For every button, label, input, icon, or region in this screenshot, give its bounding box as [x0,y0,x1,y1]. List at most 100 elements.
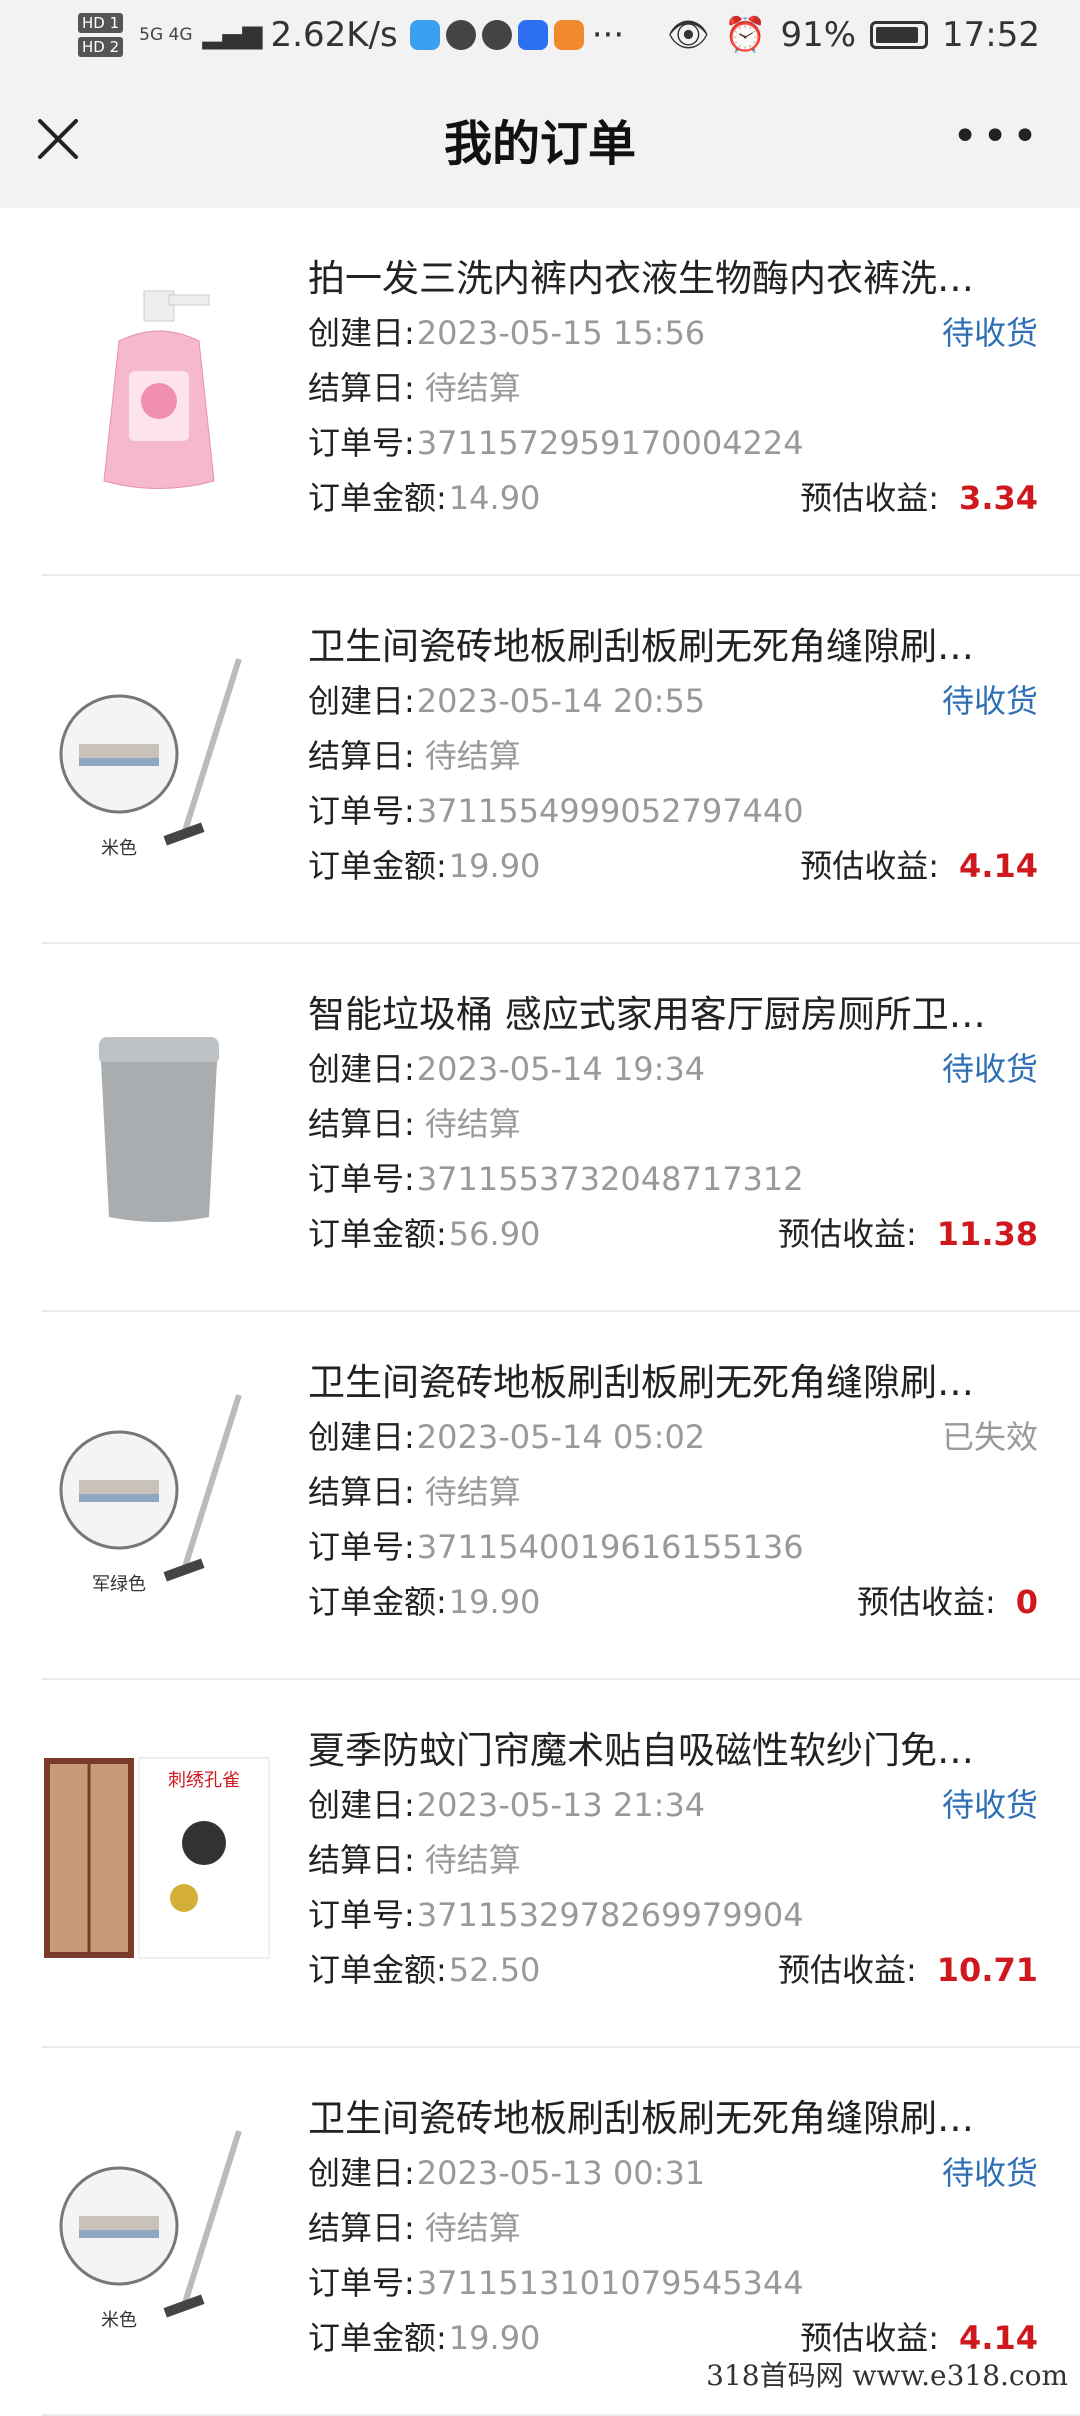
amount-row: 订单金额: 52.50 预估收益: 10.71 [308,1943,1038,1998]
created-date: 2023-05-14 19:34 [417,1042,705,1097]
order-number-label: 订单号: [308,1888,415,1943]
created-date: 2023-05-15 15:56 [417,306,705,361]
settled-label: 结算日: [308,1465,415,1520]
order-number-row: 订单号: 3711553732048717312 [308,1152,1038,1207]
amount-row: 订单金额: 19.90 预估收益: 0 [308,1575,1038,1630]
amount-label: 订单金额: [308,1943,447,1998]
product-name[interactable]: 夏季防蚊门帘魔术贴自吸磁性软纱门免… [308,1724,1038,1778]
amount-row: 订单金额: 14.90 预估收益: 3.34 [308,471,1038,526]
svg-text:米色: 米色 [101,838,137,858]
order-info: 智能垃圾桶 感应式家用客厅厨房厕所卫… 创建日: 2023-05-14 19:3… [308,988,1038,1262]
order-number: 3711554999052797440 [417,784,804,839]
product-thumbnail[interactable]: 军绿色 [44,1380,274,1610]
created-row: 创建日: 2023-05-14 05:02 已失效 [308,1410,1038,1465]
settled-value: 待结算 [425,2201,521,2256]
settled-value: 待结算 [425,361,521,416]
settled-value: 待结算 [425,1833,521,1888]
product-thumbnail[interactable] [44,276,274,506]
product-name[interactable]: 拍一发三洗内裤内衣液生物酶内衣裤洗… [308,252,1038,306]
eye-comfort-icon: 👁 [667,15,710,55]
nav-bar: 我的订单 ••• [0,70,1080,208]
settled-label: 结算日: [308,2201,415,2256]
amount-row: 订单金额: 19.90 预估收益: 4.14 [308,839,1038,894]
order-list: 拍一发三洗内裤内衣液生物酶内衣裤洗… 创建日: 2023-05-15 15:56… [0,208,1080,2416]
order-item[interactable]: 刺绣孔雀 夏季防蚊门帘魔术贴自吸磁性软纱门免… 创建日: 2023-05-13 … [0,1680,1080,2048]
order-number-row: 订单号: 3711532978269979904 [308,1888,1038,1943]
more-icon[interactable]: ••• [952,122,1042,152]
order-status: 待收货 [942,1042,1038,1097]
product-name[interactable]: 智能垃圾桶 感应式家用客厅厨房厕所卫… [308,988,1038,1042]
settled-value: 待结算 [425,729,521,784]
sim-indicators: HD 1 HD 2 [78,13,123,57]
order-item[interactable]: 智能垃圾桶 感应式家用客厅厨房厕所卫… 创建日: 2023-05-14 19:3… [0,944,1080,1312]
amount-row: 订单金额: 56.90 预估收益: 11.38 [308,1207,1038,1262]
sim2-badge: HD 2 [78,37,123,57]
order-amount: 14.90 [449,471,541,526]
order-number-label: 订单号: [308,1152,415,1207]
order-item[interactable]: 米色 卫生间瓷砖地板刷刮板刷无死角缝隙刷… 创建日: 2023-05-14 20… [0,576,1080,944]
weather-app-icon [410,20,440,50]
product-thumbnail[interactable]: 米色 [44,644,274,874]
order-amount: 52.50 [449,1943,541,1998]
watermark: 318首码网 www.e318.com [706,2354,1068,2394]
order-number: 3711540019616155136 [417,1520,804,1575]
settled-value: 待结算 [425,1097,521,1152]
order-item[interactable]: 拍一发三洗内裤内衣液生物酶内衣裤洗… 创建日: 2023-05-15 15:56… [0,208,1080,576]
settled-row: 结算日: 待结算 [308,729,1038,784]
order-status: 待收货 [942,2146,1038,2201]
order-amount: 19.90 [449,839,541,894]
alarm-icon: ⏰ [724,15,766,55]
settled-row: 结算日: 待结算 [308,1465,1038,1520]
order-status: 待收货 [942,1778,1038,1833]
svg-text:米色: 米色 [101,2310,137,2330]
amount-label: 订单金额: [308,1207,447,1262]
estimate-value: 0 [1016,1575,1038,1630]
estimate-label: 预估收益: [857,1575,996,1630]
close-icon[interactable] [34,115,82,163]
created-row: 创建日: 2023-05-14 20:55 待收货 [308,674,1038,729]
svg-text:刺绣孔雀: 刺绣孔雀 [168,1770,240,1790]
order-number-label: 订单号: [308,416,415,471]
settled-label: 结算日: [308,361,415,416]
settled-row: 结算日: 待结算 [308,1097,1038,1152]
created-label: 创建日: [308,674,415,729]
created-date: 2023-05-13 21:34 [417,1778,705,1833]
network-speed: 2.62K/s [271,15,398,55]
settled-row: 结算日: 待结算 [308,361,1038,416]
settled-value: 待结算 [425,1465,521,1520]
settled-row: 结算日: 待结算 [308,1833,1038,1888]
bulb-app-icon [518,20,548,50]
product-thumbnail[interactable]: 刺绣孔雀 [44,1748,274,1978]
qq-icon [446,20,476,50]
settled-label: 结算日: [308,729,415,784]
settled-label: 结算日: [308,1097,415,1152]
created-row: 创建日: 2023-05-13 21:34 待收货 [308,1778,1038,1833]
video-app-icon [554,20,584,50]
order-item[interactable]: 军绿色 卫生间瓷砖地板刷刮板刷无死角缝隙刷… 创建日: 2023-05-14 0… [0,1312,1080,1680]
order-info: 拍一发三洗内裤内衣液生物酶内衣裤洗… 创建日: 2023-05-15 15:56… [308,252,1038,526]
settled-label: 结算日: [308,1833,415,1888]
product-thumbnail[interactable]: 米色 [44,2116,274,2346]
created-date: 2023-05-14 20:55 [417,674,705,729]
clock: 17:52 [942,15,1040,55]
order-number-row: 订单号: 3711513101079545344 [308,2256,1038,2311]
order-number-label: 订单号: [308,2256,415,2311]
order-number-label: 订单号: [308,1520,415,1575]
created-row: 创建日: 2023-05-14 19:34 待收货 [308,1042,1038,1097]
created-row: 创建日: 2023-05-13 00:31 待收货 [308,2146,1038,2201]
product-thumbnail[interactable] [44,1012,274,1242]
signal-icon: ▂▄▆ [203,20,263,50]
status-bar: HD 1 HD 2 5G 4G ▂▄▆ 2.62K/s ··· 👁 ⏰ 91% … [0,0,1080,70]
settled-row: 结算日: 待结算 [308,2201,1038,2256]
product-name[interactable]: 卫生间瓷砖地板刷刮板刷无死角缝隙刷… [308,1356,1038,1410]
product-name[interactable]: 卫生间瓷砖地板刷刮板刷无死角缝隙刷… [308,2092,1038,2146]
order-amount: 19.90 [449,2311,541,2366]
svg-text:军绿色: 军绿色 [92,1574,146,1594]
product-name[interactable]: 卫生间瓷砖地板刷刮板刷无死角缝隙刷… [308,620,1038,674]
order-info: 卫生间瓷砖地板刷刮板刷无死角缝隙刷… 创建日: 2023-05-13 00:31… [308,2092,1038,2366]
network-type: 5G 4G [139,25,192,45]
estimate-label: 预估收益: [800,471,939,526]
created-label: 创建日: [308,306,415,361]
created-label: 创建日: [308,1778,415,1833]
order-status: 已失效 [942,1410,1038,1465]
